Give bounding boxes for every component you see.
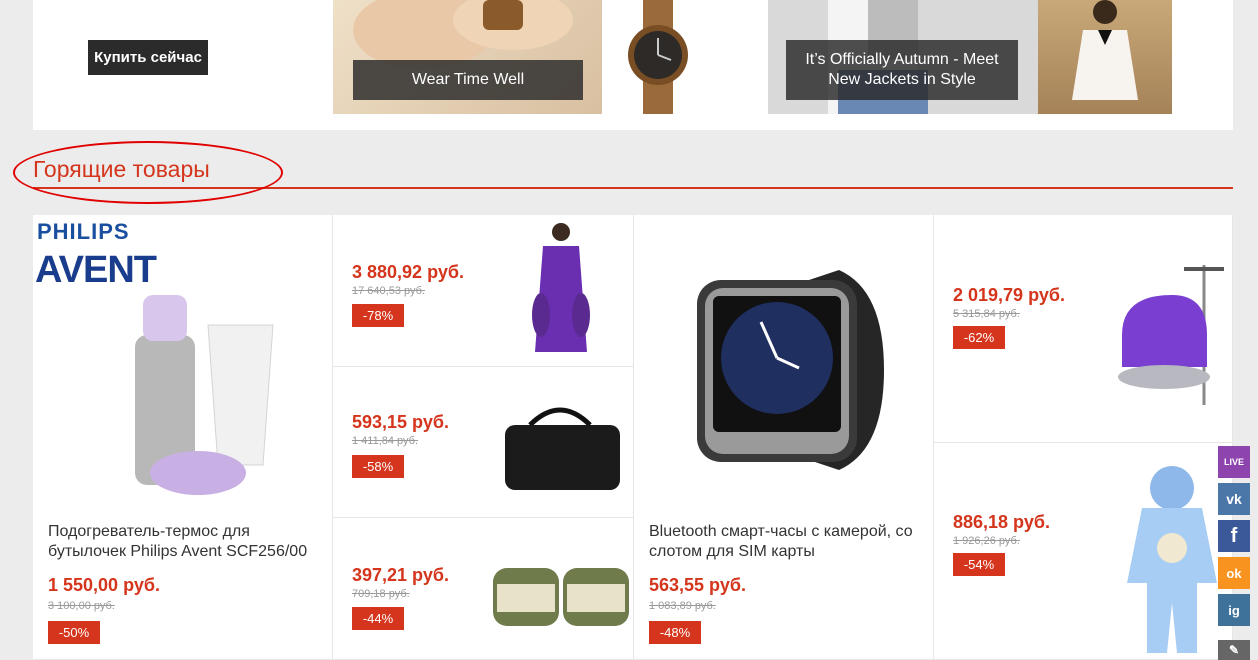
product-price: 397,21 руб. [352,565,449,585]
product-name[interactable]: Подогреватель-термос для бутылочек Phili… [48,522,323,562]
banner-caption-autumn-jackets[interactable]: It’s Officially Autumn - Meet New Jacket… [786,40,1018,100]
product-price: 3 880,92 руб. [352,262,464,282]
buy-now-button[interactable]: Купить сейчас [88,40,208,75]
product-old-price: 17 640,53 руб. [352,285,425,297]
banner-caption-wear-time[interactable]: Wear Time Well [353,60,583,100]
product-card-coat[interactable]: 3 880,92 руб. 17 640,53 руб. -78% [333,215,634,367]
smartwatch-image [697,270,884,470]
banner-image-girl-dress[interactable] [1038,0,1172,114]
product-old-price: 709,18 руб. [352,588,410,600]
live-icon[interactable]: LIVE [1218,446,1250,478]
product-card-bag[interactable]: 593,15 руб. 1 411,84 руб. -58% [333,367,634,518]
product-old-price: 1 083,89 руб. [649,600,716,612]
banner-image-wooden-watch[interactable] [608,0,708,114]
product-card-masks[interactable]: 397,21 руб. 709,18 руб. -44% [333,518,634,660]
product-name[interactable]: Bluetooth смарт-часы с камерой, со слото… [649,522,929,562]
discount-badge: -54% [953,553,1005,576]
product-old-price: 1 926,26 руб. [953,535,1020,547]
product-old-price: 1 411,84 руб. [352,435,419,447]
wooden-watch-image [628,0,688,114]
product-card-smartwatch[interactable]: Bluetooth смарт-часы с камерой, со слото… [634,215,934,660]
product-price: 563,55 руб. [649,575,746,595]
instagram-icon[interactable]: ig [1218,594,1250,626]
baby-overall-image [1127,466,1217,653]
discount-badge: -48% [649,621,701,644]
discount-badge: -58% [352,455,404,478]
hot-products-grid: PHILIPS AVENT Подогреватель-термос для б… [33,215,1233,660]
product-old-price: 5 315,84 руб. [953,308,1020,320]
coat-image [532,223,590,352]
masks-image [493,568,629,626]
bag-image [505,407,620,490]
odnoklassniki-icon[interactable]: ok [1218,557,1250,589]
product-price: 2 019,79 руб. [953,285,1065,305]
product-price: 1 550,00 руб. [48,575,160,595]
product-price: 593,15 руб. [352,412,449,432]
thermos-image [135,295,274,495]
discount-badge: -62% [953,326,1005,349]
product-price: 886,18 руб. [953,512,1050,532]
pencil-icon[interactable]: ✎ [1218,640,1250,660]
vk-icon[interactable]: vk [1218,483,1250,515]
brand-logo-philips: PHILIPS [37,219,130,244]
product-card-baby-overall[interactable]: 886,18 руб. 1 926,26 руб. -54% [934,443,1233,660]
discount-badge: -44% [352,607,404,630]
discount-badge: -50% [48,621,100,644]
facebook-icon[interactable]: f [1218,520,1250,552]
product-old-price: 3 100,00 руб. [48,600,115,612]
steamer-image [1118,265,1224,405]
product-card-steamer[interactable]: 2 019,79 руб. 5 315,84 руб. -62% [934,215,1233,443]
annotation-ellipse [13,141,283,204]
product-card-thermos[interactable]: PHILIPS AVENT Подогреватель-термос для б… [33,215,333,660]
girl-dress-image [1072,0,1138,100]
discount-badge: -78% [352,304,404,327]
